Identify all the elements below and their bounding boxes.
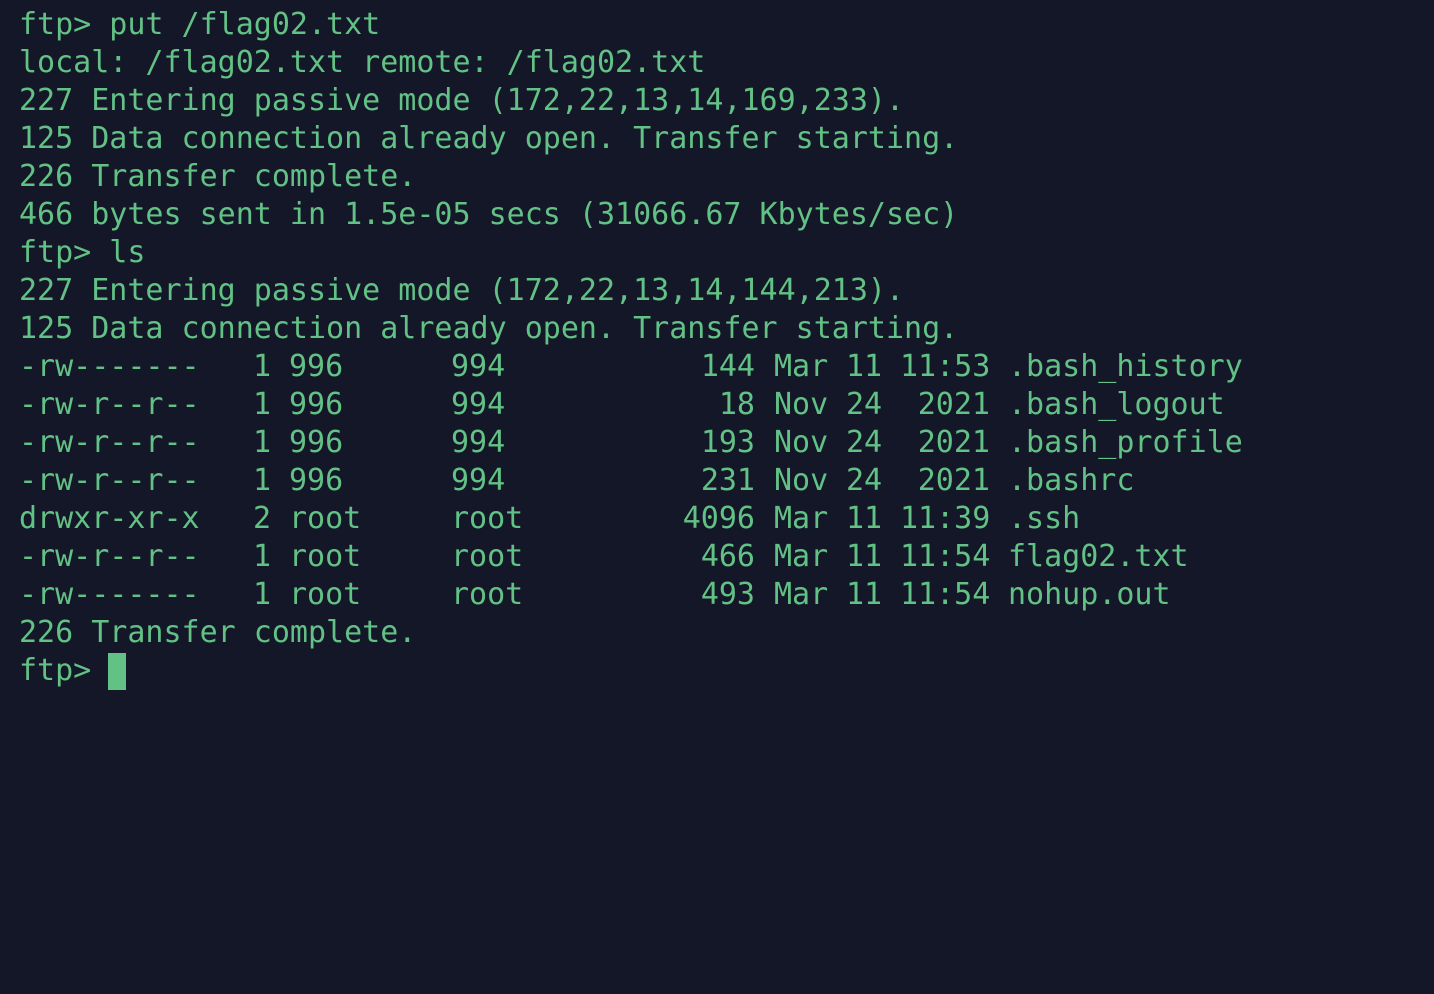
directory-listing: -rw------- 1 996 994 144 Mar 11 11:53 .b… — [19, 348, 1434, 614]
listing-row: -rw-r--r-- 1 root root 466 Mar 11 11:54 … — [19, 538, 1434, 576]
file-size: 493 — [700, 577, 755, 612]
link-count: 1 — [253, 425, 272, 460]
day: 11 — [846, 501, 883, 536]
command-line-put: ftp> put /flag02.txt — [19, 7, 381, 42]
permissions: -rw-r--r-- — [19, 539, 200, 574]
permissions: -rw-r--r-- — [19, 387, 200, 422]
output-line: 227 Entering passive mode (172,22,13,14,… — [19, 273, 905, 308]
file-name: flag02.txt — [1008, 539, 1189, 574]
file-size: 4096 — [682, 501, 755, 536]
month: Nov — [774, 387, 829, 422]
day: 11 — [846, 349, 883, 384]
file-size: 18 — [718, 387, 755, 422]
link-count: 1 — [253, 349, 272, 384]
file-name: .ssh — [1008, 501, 1081, 536]
time-or-year: 2021 — [917, 425, 990, 460]
month: Mar — [774, 539, 829, 574]
output-line: 226 Transfer complete. — [19, 159, 417, 194]
output-line: 466 bytes sent in 1.5e-05 secs (31066.67… — [19, 197, 959, 232]
month: Mar — [774, 349, 829, 384]
day: 24 — [846, 463, 883, 498]
time-or-year: 2021 — [917, 463, 990, 498]
link-count: 1 — [253, 539, 272, 574]
link-count: 1 — [253, 387, 272, 422]
output-line: 125 Data connection already open. Transf… — [19, 121, 959, 156]
link-count: 1 — [253, 577, 272, 612]
terminal-window[interactable]: ftp> put /flag02.txt local: /flag02.txt … — [0, 0, 1434, 714]
permissions: drwxr-xr-x — [19, 501, 200, 536]
file-size: 193 — [700, 425, 755, 460]
active-prompt-line[interactable]: ftp> — [19, 652, 1434, 690]
file-name: .bash_logout — [1008, 387, 1225, 422]
file-name: .bashrc — [1008, 463, 1135, 498]
owner: 996 — [289, 463, 344, 498]
owner: root — [289, 577, 362, 612]
listing-row: -rw------- 1 root root 493 Mar 11 11:54 … — [19, 576, 1434, 614]
listing-row: -rw-r--r-- 1 996 994 193 Nov 24 2021 .ba… — [19, 424, 1434, 462]
group: 994 — [451, 349, 506, 384]
listing-row: -rw-r--r-- 1 996 994 18 Nov 24 2021 .bas… — [19, 386, 1434, 424]
month: Nov — [774, 425, 829, 460]
time-or-year: 11:54 — [900, 577, 991, 612]
time-or-year: 2021 — [917, 387, 990, 422]
group: 994 — [451, 387, 506, 422]
output-line: local: /flag02.txt remote: /flag02.txt — [19, 45, 706, 80]
listing-row: drwxr-xr-x 2 root root 4096 Mar 11 11:39… — [19, 500, 1434, 538]
file-size: 144 — [700, 349, 755, 384]
month: Mar — [774, 501, 829, 536]
output-line: 226 Transfer complete. — [19, 615, 417, 650]
group: root — [451, 539, 524, 574]
time-or-year: 11:54 — [900, 539, 991, 574]
time-or-year: 11:53 — [900, 349, 991, 384]
owner: 996 — [289, 349, 344, 384]
day: 11 — [846, 577, 883, 612]
command-line-ls: ftp> ls — [19, 235, 146, 270]
file-size: 231 — [700, 463, 755, 498]
owner: root — [289, 501, 362, 536]
day: 11 — [846, 539, 883, 574]
group: root — [451, 501, 524, 536]
listing-row: -rw-r--r-- 1 996 994 231 Nov 24 2021 .ba… — [19, 462, 1434, 500]
file-size: 466 — [700, 539, 755, 574]
group: root — [451, 577, 524, 612]
group: 994 — [451, 463, 506, 498]
group: 994 — [451, 425, 506, 460]
listing-row: -rw------- 1 996 994 144 Mar 11 11:53 .b… — [19, 348, 1434, 386]
owner: 996 — [289, 387, 344, 422]
permissions: -rw-r--r-- — [19, 463, 200, 498]
day: 24 — [846, 387, 883, 422]
month: Nov — [774, 463, 829, 498]
output-top: ftp> put /flag02.txt local: /flag02.txt … — [19, 6, 1434, 348]
day: 24 — [846, 425, 883, 460]
time-or-year: 11:39 — [900, 501, 991, 536]
file-name: .bash_history — [1008, 349, 1243, 384]
output-bottom: 226 Transfer complete. — [19, 614, 1434, 652]
owner: 996 — [289, 425, 344, 460]
owner: root — [289, 539, 362, 574]
file-name: .bash_profile — [1008, 425, 1243, 460]
output-line: 227 Entering passive mode (172,22,13,14,… — [19, 83, 905, 118]
month: Mar — [774, 577, 829, 612]
permissions: -rw-r--r-- — [19, 425, 200, 460]
file-name: nohup.out — [1008, 577, 1171, 612]
permissions: -rw------- — [19, 349, 200, 384]
link-count: 1 — [253, 463, 272, 498]
output-line: 125 Data connection already open. Transf… — [19, 311, 959, 346]
permissions: -rw------- — [19, 577, 200, 612]
link-count: 2 — [253, 501, 272, 536]
